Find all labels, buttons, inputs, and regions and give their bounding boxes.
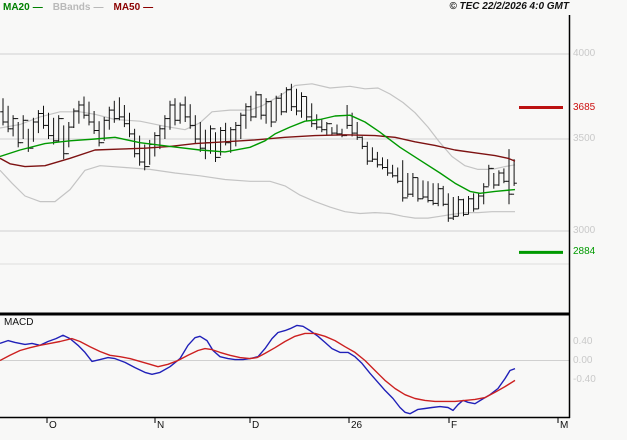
x-axis-label-M: M (560, 420, 568, 431)
ohlc-bars (0, 84, 517, 222)
y-axis-label-3500: 3500 (573, 133, 595, 144)
price-macd-chart (0, 0, 627, 440)
legend-dash-bbands-icon: — (93, 2, 103, 13)
macd-line (0, 325, 515, 413)
legend-label-bbands: BBands (53, 2, 91, 13)
macd-axis-label-0.40: 0.40 (573, 336, 592, 347)
chart-screen: MA20 — BBands — MA50 — © TEC 22/2/2026 4… (0, 0, 627, 440)
x-axis-label-N: N (157, 420, 164, 431)
legend-dash-ma50-icon: — (143, 2, 153, 13)
legend-item-ma20: MA20 — (3, 2, 43, 13)
macd-axis-label--0.40: -0.40 (573, 374, 596, 385)
macd-signal-line (0, 333, 515, 401)
y-axis-label-2884: 2884 (573, 246, 595, 257)
copyright-text: © TEC 22/2/2026 4:0 GMT (449, 1, 569, 12)
macd-axis-label-0.00: 0.00 (573, 355, 592, 366)
legend-dash-ma20-icon: — (33, 2, 43, 13)
x-axis-label-O: O (49, 420, 57, 431)
y-axis-label-4000: 4000 (573, 48, 595, 59)
legend-label-ma20: MA20 (3, 2, 30, 13)
y-axis-label-3000: 3000 (573, 225, 595, 236)
x-axis-label-26: 26 (351, 420, 362, 431)
x-axis-label-D: D (252, 420, 259, 431)
legend-label-ma50: MA50 (113, 2, 140, 13)
y-axis-label-3685: 3685 (573, 102, 595, 113)
legend: MA20 — BBands — MA50 — (3, 2, 153, 13)
macd-panel-title: MACD (4, 317, 33, 328)
x-axis-label-F: F (451, 420, 457, 431)
legend-item-bbands: BBands — (53, 2, 104, 13)
legend-item-ma50: MA50 — (113, 2, 153, 13)
